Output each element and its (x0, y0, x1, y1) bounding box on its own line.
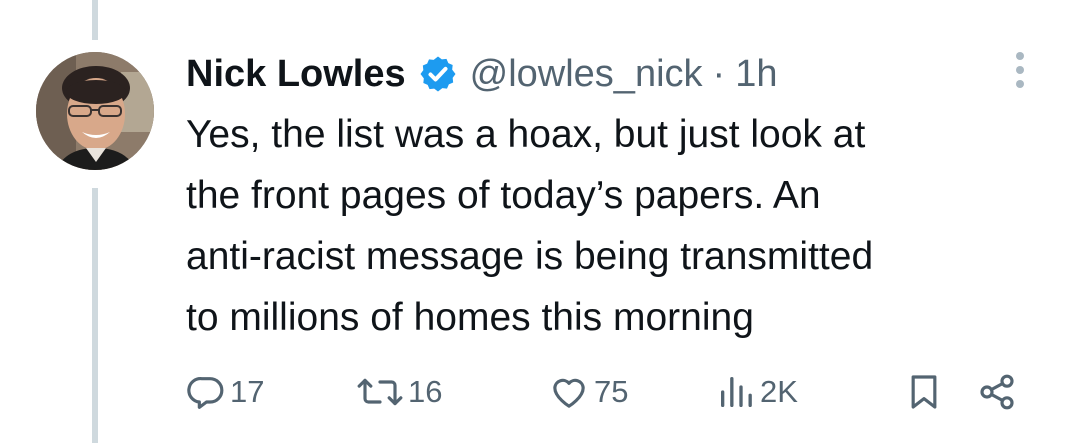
separator-dot: · (712, 52, 726, 95)
reply-count: 17 (230, 374, 265, 409)
author-name[interactable]: Nick Lowles (186, 53, 406, 96)
like-button[interactable]: 75 (548, 362, 628, 422)
views-button[interactable]: 2K (716, 362, 798, 422)
tweet-text-line: anti-racist message is being transmitted (186, 235, 874, 278)
reply-button[interactable]: 17 (186, 362, 264, 422)
author-handle[interactable]: @lowles_nick (470, 53, 703, 96)
share-button[interactable] (976, 362, 1018, 422)
retweet-button[interactable]: 16 (356, 362, 442, 422)
heart-icon (553, 378, 585, 408)
tweet-header: Nick Lowles @lowles_nick · 1h (186, 44, 777, 104)
bookmark-icon (911, 375, 937, 409)
views-chart-icon (721, 377, 752, 407)
avatar-photo (36, 52, 154, 170)
tweet-text-line: to millions of homes this morning (186, 296, 754, 339)
verified-badge-icon (418, 54, 458, 94)
reply-icon (187, 377, 224, 409)
retweet-icon (357, 378, 403, 406)
share-icon (980, 374, 1014, 410)
bookmark-button[interactable] (904, 362, 944, 422)
more-vertical-icon[interactable] (1008, 52, 1032, 92)
like-count: 75 (594, 374, 629, 409)
views-count: 2K (760, 374, 798, 409)
tweet-text: Yes, the list was a hoax, but just look … (186, 104, 1046, 348)
tweet-text-line: the front pages of today’s papers. An (186, 174, 821, 217)
retweet-count: 16 (408, 374, 443, 409)
tweet-text-line: Yes, the list was a hoax, but just look … (186, 113, 866, 156)
tweet-timestamp[interactable]: 1h (735, 53, 777, 96)
avatar[interactable] (36, 52, 154, 170)
tweet-actions-bar: 17 16 75 2K (186, 362, 1036, 422)
